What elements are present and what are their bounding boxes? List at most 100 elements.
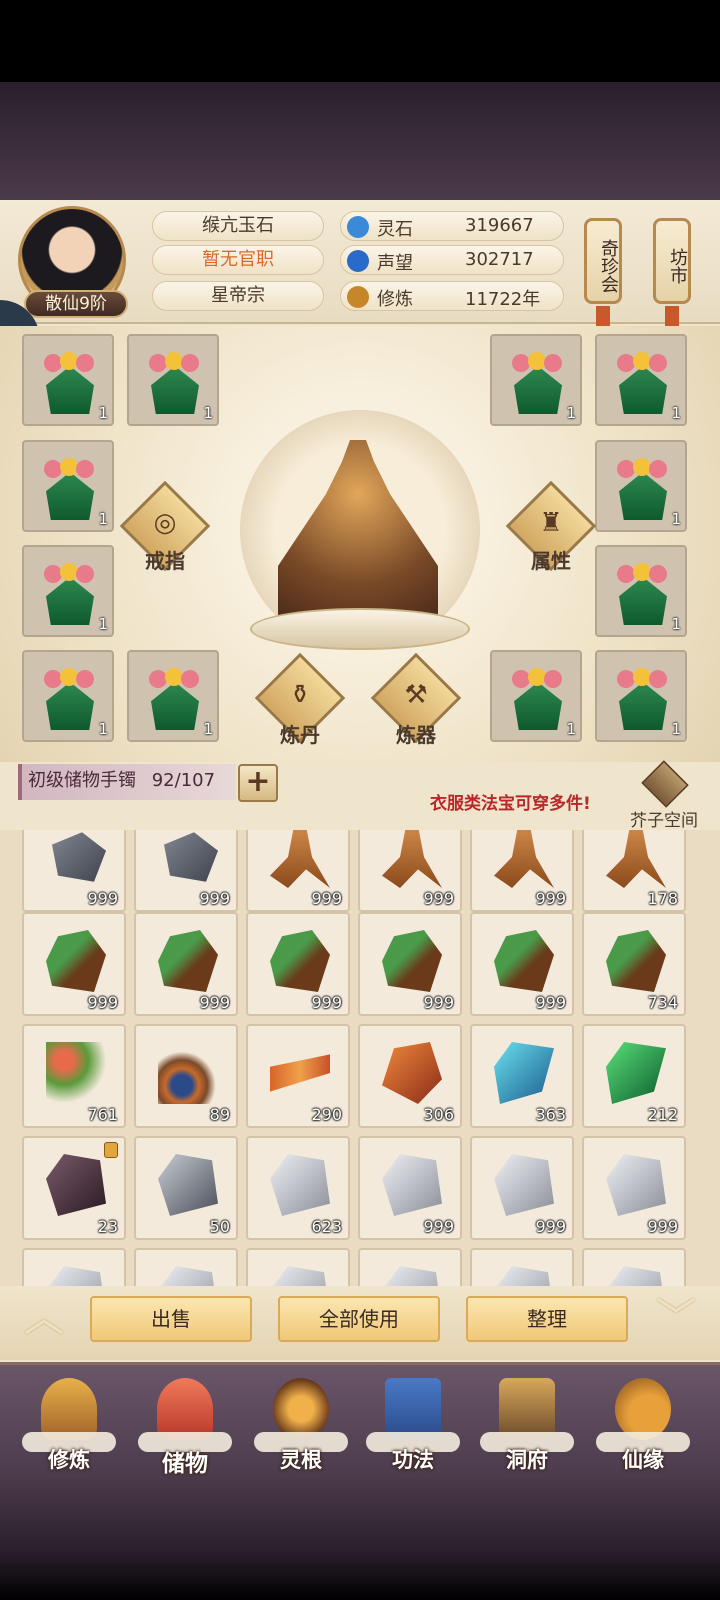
equip-slot[interactable]: 1 — [595, 650, 687, 742]
equip-slot[interactable]: 1 — [22, 545, 114, 637]
inventory-slot[interactable]: 999 — [358, 912, 462, 1016]
nav-label: 功法 — [392, 1448, 434, 1472]
item-count: 999 — [199, 993, 230, 1012]
spirit-root-icon — [273, 1378, 329, 1440]
inventory-slot[interactable]: 999 — [358, 1136, 462, 1240]
inventory-slot[interactable] — [22, 1248, 126, 1286]
equip-slot[interactable]: 1 — [22, 440, 114, 532]
silver-ore-icon — [382, 1154, 442, 1216]
inventory-slot[interactable] — [470, 1248, 574, 1286]
inventory-slot[interactable]: 290 — [246, 1024, 350, 1128]
rank-badge: 散仙9阶 — [24, 290, 128, 318]
blue-crystal-icon — [494, 1042, 554, 1104]
use-all-button[interactable]: 全部使用 — [278, 1296, 440, 1342]
nav-storage[interactable]: 储物 — [130, 1372, 240, 1478]
item-count: 89 — [209, 1105, 230, 1124]
herb-icon — [270, 930, 330, 992]
inventory-slot[interactable]: 999 — [582, 1136, 686, 1240]
silver-ore-icon — [46, 1266, 106, 1286]
scroll-up-icon[interactable]: ︿ — [20, 1298, 68, 1338]
slot-count: 1 — [98, 510, 108, 528]
red-crystal-icon — [382, 1042, 442, 1104]
slot-count: 1 — [203, 720, 213, 738]
robe-icon — [611, 660, 673, 732]
inventory-slot[interactable]: 999 — [22, 830, 126, 912]
root-icon — [270, 830, 330, 888]
equip-slot[interactable]: 1 — [22, 650, 114, 742]
inventory-slot[interactable]: 999 — [358, 830, 462, 912]
inventory-slot[interactable]: 306 — [358, 1024, 462, 1128]
inventory-slot[interactable] — [246, 1248, 350, 1286]
bottom-background — [0, 1478, 720, 1600]
slot-count: 1 — [566, 404, 576, 422]
nav-label: 储物 — [162, 1451, 208, 1477]
inventory-slot[interactable] — [134, 1248, 238, 1286]
nav-label: 洞府 — [506, 1448, 548, 1472]
robe-icon — [611, 344, 673, 416]
inventory-slot[interactable]: 363 — [470, 1024, 574, 1128]
inventory-slot[interactable]: 999 — [246, 912, 350, 1016]
equip-slot[interactable]: 1 — [127, 334, 219, 426]
inventory-slot[interactable]: 23 — [22, 1136, 126, 1240]
robe-icon — [143, 344, 205, 416]
inventory-slot[interactable]: 999 — [470, 912, 574, 1016]
expand-bag-button[interactable]: + — [238, 764, 278, 802]
inventory-slot[interactable]: 50 — [134, 1136, 238, 1240]
attributes-icon: ♜ — [539, 508, 563, 538]
equip-slot[interactable]: 1 — [595, 440, 687, 532]
nav-spirit-root[interactable]: 灵根 — [246, 1372, 356, 1478]
nav-cave-dwelling[interactable]: 洞府 — [472, 1372, 582, 1478]
equip-slot[interactable]: 1 — [595, 545, 687, 637]
slot-count: 1 — [98, 404, 108, 422]
inventory-slot[interactable]: 999 — [134, 830, 238, 912]
mustard-space-label: 芥子空间 — [630, 811, 698, 831]
sort-button[interactable]: 整理 — [466, 1296, 628, 1342]
inventory-slot[interactable]: 734 — [582, 912, 686, 1016]
scroll-down-icon[interactable]: ﹀ — [652, 1298, 700, 1338]
official-rank-pill: 暂无官职 — [152, 245, 324, 275]
inventory-slot[interactable]: 999 — [470, 1136, 574, 1240]
item-count: 999 — [535, 889, 566, 908]
lock-icon — [104, 1142, 118, 1158]
inventory-slot[interactable]: 178 — [582, 830, 686, 912]
equip-slot[interactable]: 1 — [490, 334, 582, 426]
market-button[interactable]: 坊市 — [653, 218, 691, 304]
nav-cultivate[interactable]: 修炼 — [14, 1372, 124, 1478]
item-count: 290 — [311, 1105, 342, 1124]
equip-slot[interactable]: 1 — [595, 334, 687, 426]
inventory-slot[interactable]: 999 — [246, 830, 350, 912]
book-icon — [385, 1378, 441, 1440]
inventory-slot[interactable]: 761 — [22, 1024, 126, 1128]
nav-technique[interactable]: 功法 — [358, 1372, 468, 1478]
item-count: 999 — [311, 889, 342, 908]
treasure-auction-button[interactable]: 奇珍会 — [584, 218, 622, 304]
inventory-slot[interactable]: 999 — [134, 912, 238, 1016]
inventory-slot[interactable] — [358, 1248, 462, 1286]
reputation-icon — [347, 250, 369, 272]
equip-slot[interactable]: 1 — [127, 650, 219, 742]
silver-ore-icon — [606, 1154, 666, 1216]
inventory-slot[interactable]: 89 — [134, 1024, 238, 1128]
item-count: 50 — [209, 1217, 230, 1236]
equip-slot[interactable]: 1 — [490, 650, 582, 742]
spirit-stone-icon — [347, 216, 369, 238]
equip-slot[interactable]: 1 — [22, 334, 114, 426]
inventory-slot[interactable]: 623 — [246, 1136, 350, 1240]
anvil-icon: ⚒ — [404, 680, 428, 710]
nav-fate[interactable]: 仙缘 — [588, 1372, 698, 1478]
item-count: 306 — [423, 1105, 454, 1124]
status-bar-area — [0, 0, 720, 82]
inventory-slot[interactable] — [582, 1248, 686, 1286]
iron-icon — [52, 832, 106, 882]
robe-icon — [611, 450, 673, 522]
stat-cultivation: 修炼 11722年 — [340, 281, 564, 311]
robe-icon — [38, 660, 100, 732]
stat-reputation: 声望 302717 — [340, 245, 564, 275]
item-count: 999 — [87, 993, 118, 1012]
sell-button[interactable]: 出售 — [90, 1296, 252, 1342]
inventory-slot[interactable]: 212 — [582, 1024, 686, 1128]
inventory-slot[interactable]: 999 — [470, 830, 574, 912]
inventory-grid: 999 999 999 999 999 178 999 999 999 999 999 734 761 8… — [0, 830, 720, 1286]
inventory-slot[interactable]: 999 — [22, 912, 126, 1016]
slot-count: 1 — [671, 404, 681, 422]
